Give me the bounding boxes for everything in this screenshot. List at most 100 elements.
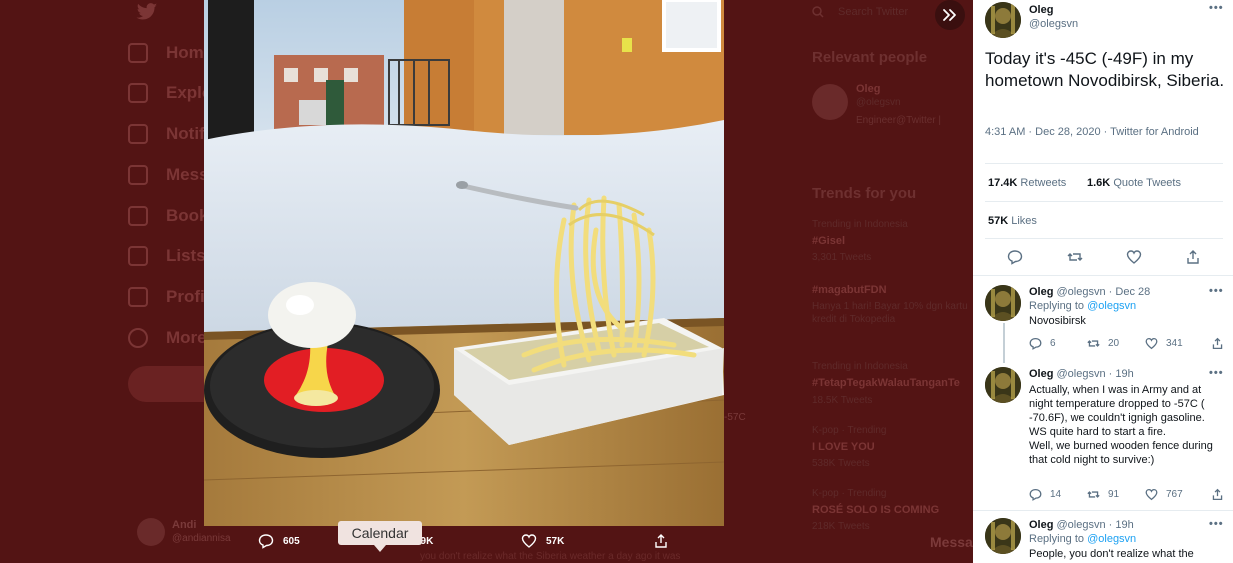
trend-count: 538K Tweets bbox=[812, 458, 870, 469]
reply-like-button[interactable]: 341 bbox=[1145, 337, 1183, 350]
heart-icon bbox=[1126, 250, 1142, 264]
heart-icon bbox=[1145, 337, 1158, 350]
photo-share-button[interactable] bbox=[653, 533, 669, 549]
trend-promo-text: Hanya 1 hari! Bayar 10% dgn kartu kredit… bbox=[812, 301, 968, 325]
nav-home[interactable]: Home bbox=[128, 33, 213, 73]
heart-icon bbox=[521, 534, 537, 548]
trend-name[interactable]: I LOVE YOU bbox=[812, 441, 875, 453]
avatar[interactable] bbox=[985, 285, 1021, 321]
messages-drawer-label[interactable]: Messages bbox=[930, 534, 973, 550]
photo-like-button[interactable]: 57K bbox=[521, 533, 564, 549]
reply-icon bbox=[1029, 337, 1042, 350]
share-icon bbox=[1212, 337, 1223, 350]
likes-stat[interactable]: 57K Likes bbox=[988, 215, 1037, 227]
tweet-timestamp[interactable]: 4:31 AM · Dec 28, 2020 · Twitter for And… bbox=[985, 125, 1215, 139]
avatar[interactable] bbox=[985, 367, 1021, 403]
reply-reply-button[interactable]: 6 bbox=[1029, 337, 1056, 350]
author-name[interactable]: Oleg bbox=[1029, 368, 1053, 380]
more-options-button[interactable]: ••• bbox=[1209, 518, 1224, 530]
author-handle[interactable]: @olegsvn bbox=[1029, 18, 1078, 30]
more-options-button[interactable]: ••• bbox=[1209, 367, 1224, 379]
like-button[interactable] bbox=[1125, 248, 1143, 266]
tweet-action-bar bbox=[973, 248, 1233, 268]
background-user-handle: @andiannisa bbox=[172, 533, 231, 544]
author-handle[interactable]: @olegsvn bbox=[1057, 368, 1106, 380]
share-icon bbox=[1212, 488, 1223, 501]
retweet-icon bbox=[1067, 253, 1083, 261]
background-user-name: Andi bbox=[172, 519, 197, 531]
retweet-button[interactable] bbox=[1066, 248, 1084, 266]
reply-share-button[interactable] bbox=[1211, 488, 1224, 501]
retweet-icon bbox=[1087, 491, 1100, 498]
more-options-button[interactable]: ••• bbox=[1209, 2, 1224, 14]
share-icon bbox=[1187, 250, 1199, 264]
trend-context: Trending in Indonesia bbox=[812, 219, 908, 230]
divider bbox=[985, 201, 1223, 202]
home-icon bbox=[128, 43, 148, 63]
reply-text: People, you don't realize what the bbox=[1029, 548, 1194, 560]
mention-link[interactable]: @olegsvn bbox=[1087, 300, 1136, 312]
trend-context: K-pop · Trending bbox=[812, 425, 887, 436]
replying-to: Replying to @olegsvn bbox=[1029, 533, 1137, 545]
hashtag-icon bbox=[128, 83, 148, 103]
author-name[interactable]: Oleg bbox=[1029, 519, 1053, 531]
expand-panel-button[interactable] bbox=[934, 0, 966, 30]
reply-retweet-button[interactable]: 20 bbox=[1087, 337, 1119, 350]
divider bbox=[973, 275, 1233, 276]
trend-name[interactable]: ROSÉ SOLO IS COMING bbox=[812, 504, 939, 516]
tweet-detail-panel: Oleg @olegsvn ••• Today it's -45C (-49F)… bbox=[973, 0, 1233, 563]
heart-icon bbox=[1145, 488, 1158, 501]
trend-context: Trending in Indonesia bbox=[812, 361, 908, 372]
reply-retweet-button[interactable]: 91 bbox=[1087, 488, 1119, 501]
reply-time[interactable]: · 19h bbox=[1109, 368, 1134, 380]
trend-name[interactable]: #Gisel bbox=[812, 235, 845, 247]
photo-action-bar: 605 19K 57K bbox=[258, 533, 678, 555]
relevant-people-title: Relevant people bbox=[812, 49, 928, 66]
reply-text: Actually, when I was in Army and at nigh… bbox=[1029, 384, 1205, 438]
trend-name[interactable]: #TetapTegakWalauTanganTe bbox=[812, 377, 960, 389]
author-handle[interactable]: @olegsvn bbox=[1057, 519, 1106, 531]
reply-time[interactable]: · Dec 28 bbox=[1109, 286, 1151, 298]
reply-icon bbox=[1007, 250, 1023, 265]
divider bbox=[973, 510, 1233, 511]
reply-share-button[interactable] bbox=[1211, 337, 1224, 350]
reply-like-button[interactable]: 767 bbox=[1145, 488, 1183, 501]
trend-count: 18.5K Tweets bbox=[812, 395, 873, 406]
reply-reply-button[interactable]: 14 bbox=[1029, 488, 1061, 501]
profile-icon bbox=[128, 287, 148, 307]
background-partial-text: -57C bbox=[724, 412, 746, 423]
reply-time[interactable]: · 19h bbox=[1109, 519, 1134, 531]
tweet-photo[interactable] bbox=[204, 0, 724, 526]
share-button[interactable] bbox=[1184, 248, 1202, 266]
trend-name[interactable]: #magabutFDN bbox=[812, 284, 887, 296]
avatar[interactable] bbox=[985, 518, 1021, 554]
tweet-text: Today it's -45C (-49F) in my hometown No… bbox=[985, 49, 1225, 90]
mention-link[interactable]: @olegsvn bbox=[1087, 533, 1136, 545]
more-options-button[interactable]: ••• bbox=[1209, 285, 1224, 297]
author-handle[interactable]: @olegsvn bbox=[1057, 286, 1106, 298]
nav-lists[interactable]: Lists bbox=[128, 236, 206, 276]
author-name[interactable]: Oleg bbox=[1029, 4, 1053, 16]
relevant-avatar bbox=[812, 84, 848, 120]
photo-reply-button[interactable]: 605 bbox=[258, 533, 300, 549]
search-icon bbox=[812, 6, 824, 18]
background-avatar bbox=[137, 518, 165, 546]
author-name[interactable]: Oleg bbox=[1029, 286, 1053, 298]
relevant-name: Oleg bbox=[856, 83, 881, 95]
quote-tweets-stat[interactable]: 1.6K Quote Tweets bbox=[1087, 177, 1181, 189]
twitter-logo-icon bbox=[136, 3, 158, 20]
trend-count: 3,301 Tweets bbox=[812, 252, 872, 263]
avatar[interactable] bbox=[985, 2, 1021, 38]
frozen-noodles-photo bbox=[204, 0, 724, 526]
list-icon bbox=[128, 246, 148, 266]
trend-context: K-pop · Trending bbox=[812, 488, 887, 499]
divider bbox=[985, 238, 1223, 239]
bookmark-icon bbox=[128, 206, 148, 226]
thread-line bbox=[1003, 323, 1005, 363]
nav-more[interactable]: More bbox=[128, 318, 207, 358]
reply-text: Well, we burned wooden fence during that… bbox=[1029, 440, 1213, 466]
retweets-stat[interactable]: 17.4K Retweets bbox=[988, 177, 1066, 189]
search-input[interactable]: Search Twitter bbox=[838, 6, 908, 18]
more-circle-icon bbox=[128, 328, 148, 348]
reply-button[interactable] bbox=[1006, 248, 1024, 266]
